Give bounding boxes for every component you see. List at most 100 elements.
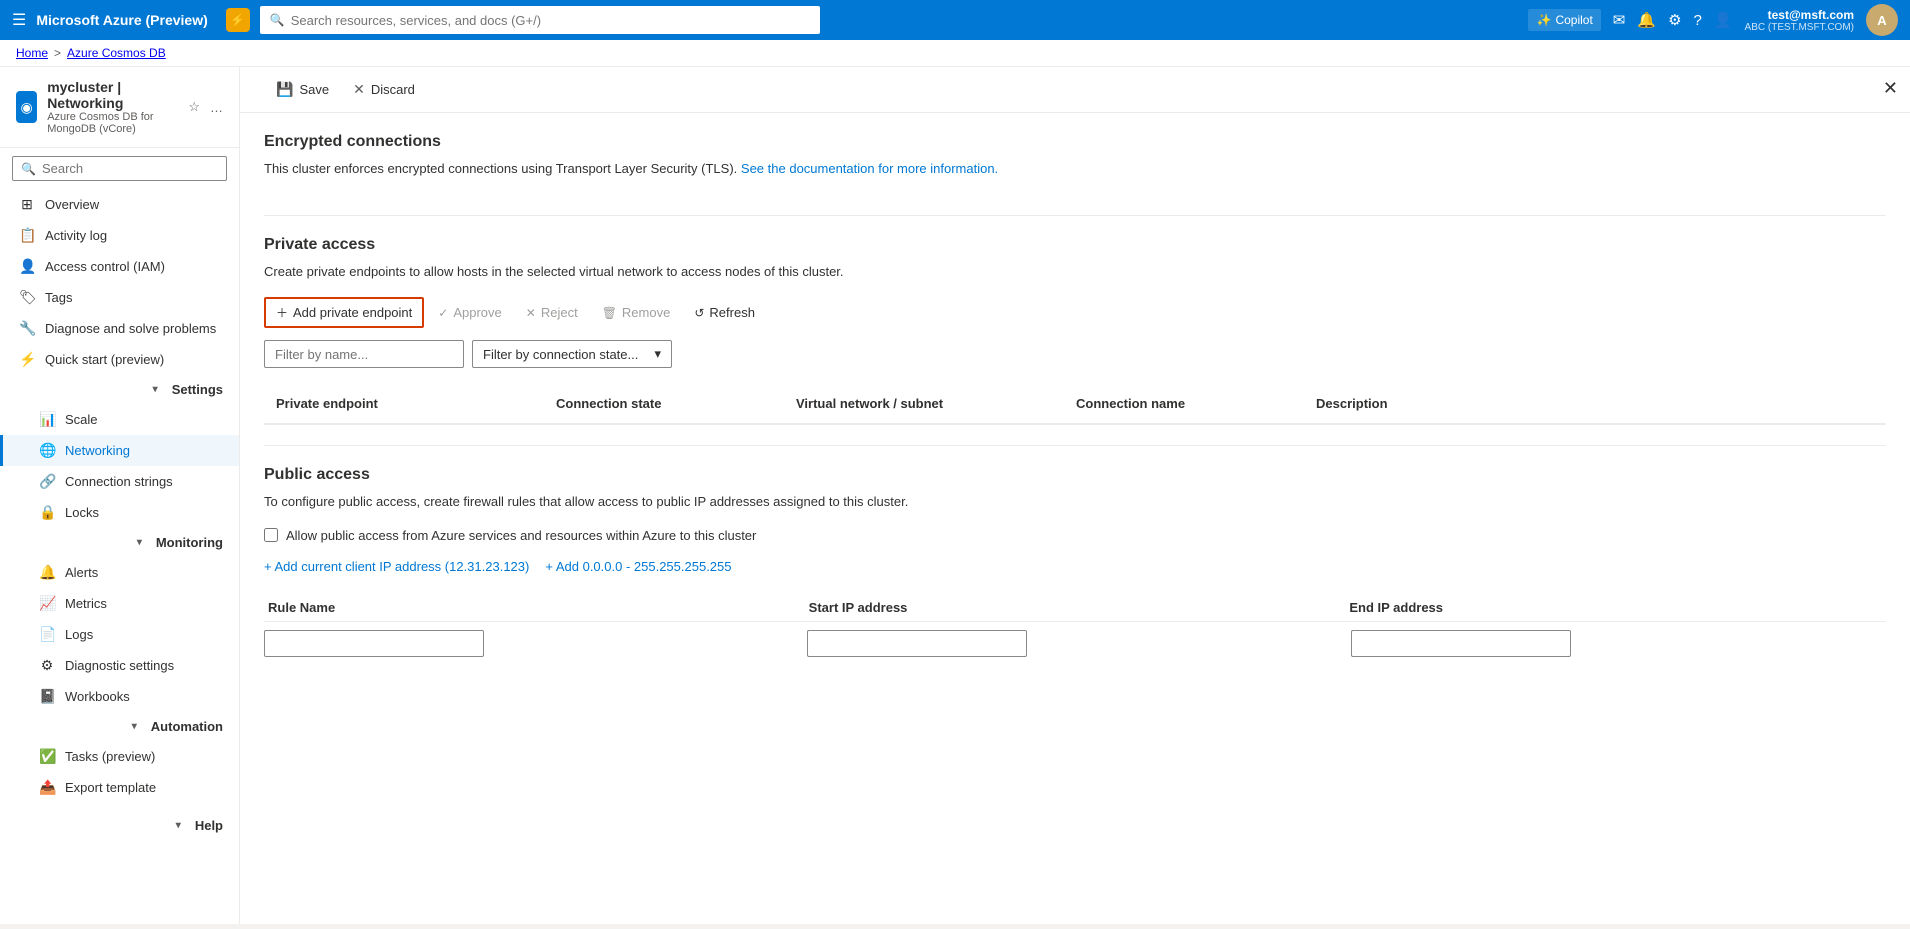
close-panel-button[interactable]: ✕: [1883, 78, 1898, 99]
filter-name-input[interactable]: [264, 340, 464, 368]
sidebar-item-alerts-label: Alerts: [65, 565, 98, 580]
refresh-button[interactable]: ↺ Refresh: [684, 300, 765, 325]
add-endpoint-label: Add private endpoint: [293, 305, 412, 320]
encrypted-connections-title: Encrypted connections: [264, 133, 1886, 151]
sidebar-item-locks[interactable]: 🔒 Locks: [0, 497, 239, 528]
sidebar-item-diagnose[interactable]: 🔧 Diagnose and solve problems: [0, 313, 239, 344]
sidebar-item-activity-log[interactable]: 📋 Activity log: [0, 220, 239, 251]
breadcrumb-home[interactable]: Home: [16, 46, 48, 60]
sidebar-item-tags[interactable]: 🏷 Tags: [0, 282, 239, 313]
mail-icon[interactable]: ✉: [1613, 11, 1626, 29]
quickstart-icon: ⚡: [19, 351, 35, 368]
sidebar-item-locks-label: Locks: [65, 505, 99, 520]
sidebar-item-quickstart-label: Quick start (preview): [45, 352, 164, 367]
sidebar-item-diagnostic[interactable]: ⚙ Diagnostic settings: [0, 650, 239, 681]
remove-button[interactable]: 🗑 Remove: [592, 300, 681, 325]
add-private-endpoint-button[interactable]: ＋ Add private endpoint: [264, 297, 424, 328]
networking-icon: 🌐: [39, 442, 55, 459]
rule-name-input[interactable]: [264, 630, 484, 657]
sidebar-item-connection-label: Connection strings: [65, 474, 173, 489]
sidebar-item-access-control[interactable]: 👤 Access control (IAM): [0, 251, 239, 282]
user-profile-icon[interactable]: 👤: [1714, 11, 1733, 29]
user-info: test@msft.com ABC (TEST.MSFT.COM): [1745, 8, 1854, 33]
topbar-search-input[interactable]: [291, 13, 810, 28]
approve-icon: ✓: [438, 306, 448, 320]
tls-docs-link[interactable]: See the documentation for more informati…: [741, 161, 998, 176]
allow-public-access-label[interactable]: Allow public access from Azure services …: [286, 528, 756, 543]
sidebar-item-workbooks[interactable]: 📓 Workbooks: [0, 681, 239, 712]
connection-strings-icon: 🔗: [39, 473, 55, 490]
user-sub: ABC (TEST.MSFT.COM): [1745, 22, 1854, 33]
table-header-row: Private endpoint Connection state Virtua…: [264, 384, 1886, 425]
overview-icon: ⊞: [19, 196, 35, 213]
refresh-icon: ↺: [694, 306, 704, 320]
sidebar-item-tasks[interactable]: ✅ Tasks (preview): [0, 741, 239, 772]
sidebar-search-input[interactable]: [42, 161, 218, 176]
end-ip-input[interactable]: [1351, 630, 1571, 657]
sidebar-section-settings[interactable]: ▾ Settings: [0, 375, 239, 404]
encrypted-connections-desc: This cluster enforces encrypted connecti…: [264, 159, 1886, 179]
logs-icon: 📄: [39, 626, 55, 643]
remove-icon: 🗑: [602, 306, 617, 320]
sidebar-item-help[interactable]: ▾ Help: [0, 811, 239, 840]
filter-dropdown-chevron-icon: ▾: [654, 346, 661, 362]
diagnose-icon: 🔧: [19, 320, 35, 337]
sidebar-settings-label: Settings: [172, 382, 223, 397]
filter-state-label: Filter by connection state...: [483, 347, 638, 362]
resource-name: mycluster | Networking: [47, 79, 178, 111]
sidebar-item-workbooks-label: Workbooks: [65, 689, 130, 704]
save-label: Save: [299, 82, 329, 97]
reject-button[interactable]: ✕ Reject: [516, 300, 588, 325]
activity-log-icon: 📋: [19, 227, 35, 244]
sidebar-item-alerts[interactable]: 🔔 Alerts: [0, 557, 239, 588]
sidebar-item-tasks-label: Tasks (preview): [65, 749, 155, 764]
allow-public-access-checkbox[interactable]: [264, 528, 278, 542]
approve-button[interactable]: ✓ Approve: [428, 300, 511, 325]
firewall-table-row: [264, 630, 1886, 657]
sidebar-item-export-label: Export template: [65, 780, 156, 795]
refresh-label: Refresh: [709, 305, 755, 320]
discard-button[interactable]: ✕ Discard: [341, 75, 427, 104]
help-icon[interactable]: ?: [1694, 12, 1702, 29]
sidebar-item-connection-strings[interactable]: 🔗 Connection strings: [0, 466, 239, 497]
filter-state-dropdown[interactable]: Filter by connection state... ▾: [472, 340, 672, 368]
copilot-button[interactable]: ✨ Copilot: [1528, 9, 1600, 31]
bell-icon[interactable]: 🔔: [1637, 11, 1656, 29]
save-icon: 💾: [276, 81, 293, 98]
sidebar-item-overview[interactable]: ⊞ Overview: [0, 189, 239, 220]
sidebar-nav: ⊞ Overview 📋 Activity log 👤 Access contr…: [0, 189, 239, 924]
scale-icon: 📊: [39, 411, 55, 428]
sidebar-search-box[interactable]: 🔍: [12, 156, 227, 181]
add-all-ips-link[interactable]: + Add 0.0.0.0 - 255.255.255.255: [545, 559, 731, 574]
sidebar-item-export-template[interactable]: 📤 Export template: [0, 772, 239, 803]
sidebar-item-networking[interactable]: 🌐 Networking: [0, 435, 239, 466]
topbar-search-box[interactable]: 🔍: [260, 6, 820, 34]
add-client-ip-link[interactable]: + Add current client IP address (12.31.2…: [264, 559, 529, 574]
sidebar-section-automation[interactable]: ▾ Automation: [0, 712, 239, 741]
sidebar-item-logs[interactable]: 📄 Logs: [0, 619, 239, 650]
copilot-label: Copilot: [1555, 13, 1592, 27]
tags-icon: 🏷: [19, 289, 35, 306]
sidebar-item-tags-label: Tags: [45, 290, 72, 305]
settings-icon[interactable]: ⚙: [1668, 11, 1681, 29]
settings-chevron-icon: ▾: [153, 384, 158, 395]
sidebar-item-scale[interactable]: 📊 Scale: [0, 404, 239, 435]
topbar-title: Microsoft Azure (Preview): [36, 12, 207, 28]
topbar-logo: ⚡: [226, 8, 250, 32]
more-options-icon[interactable]: …: [210, 100, 223, 115]
hamburger-icon[interactable]: ☰: [12, 10, 26, 30]
main-content: 💾 Save ✕ Discard Encrypted connections T…: [240, 67, 1910, 924]
save-button[interactable]: 💾 Save: [264, 75, 341, 104]
avatar[interactable]: A: [1866, 4, 1898, 36]
sidebar-item-metrics[interactable]: 📈 Metrics: [0, 588, 239, 619]
favorite-icon[interactable]: ☆: [188, 99, 200, 115]
encrypted-connections-section: Encrypted connections This cluster enfor…: [240, 113, 1910, 215]
diagnostic-icon: ⚙: [39, 657, 55, 674]
discard-icon: ✕: [353, 81, 365, 98]
sidebar-search-icon: 🔍: [21, 162, 36, 176]
sidebar-section-monitoring[interactable]: ▾ Monitoring: [0, 528, 239, 557]
sidebar-item-networking-label: Networking: [65, 443, 130, 458]
start-ip-input[interactable]: [807, 630, 1027, 657]
sidebar-item-quickstart[interactable]: ⚡ Quick start (preview): [0, 344, 239, 375]
breadcrumb-cosmos[interactable]: Azure Cosmos DB: [67, 46, 166, 60]
